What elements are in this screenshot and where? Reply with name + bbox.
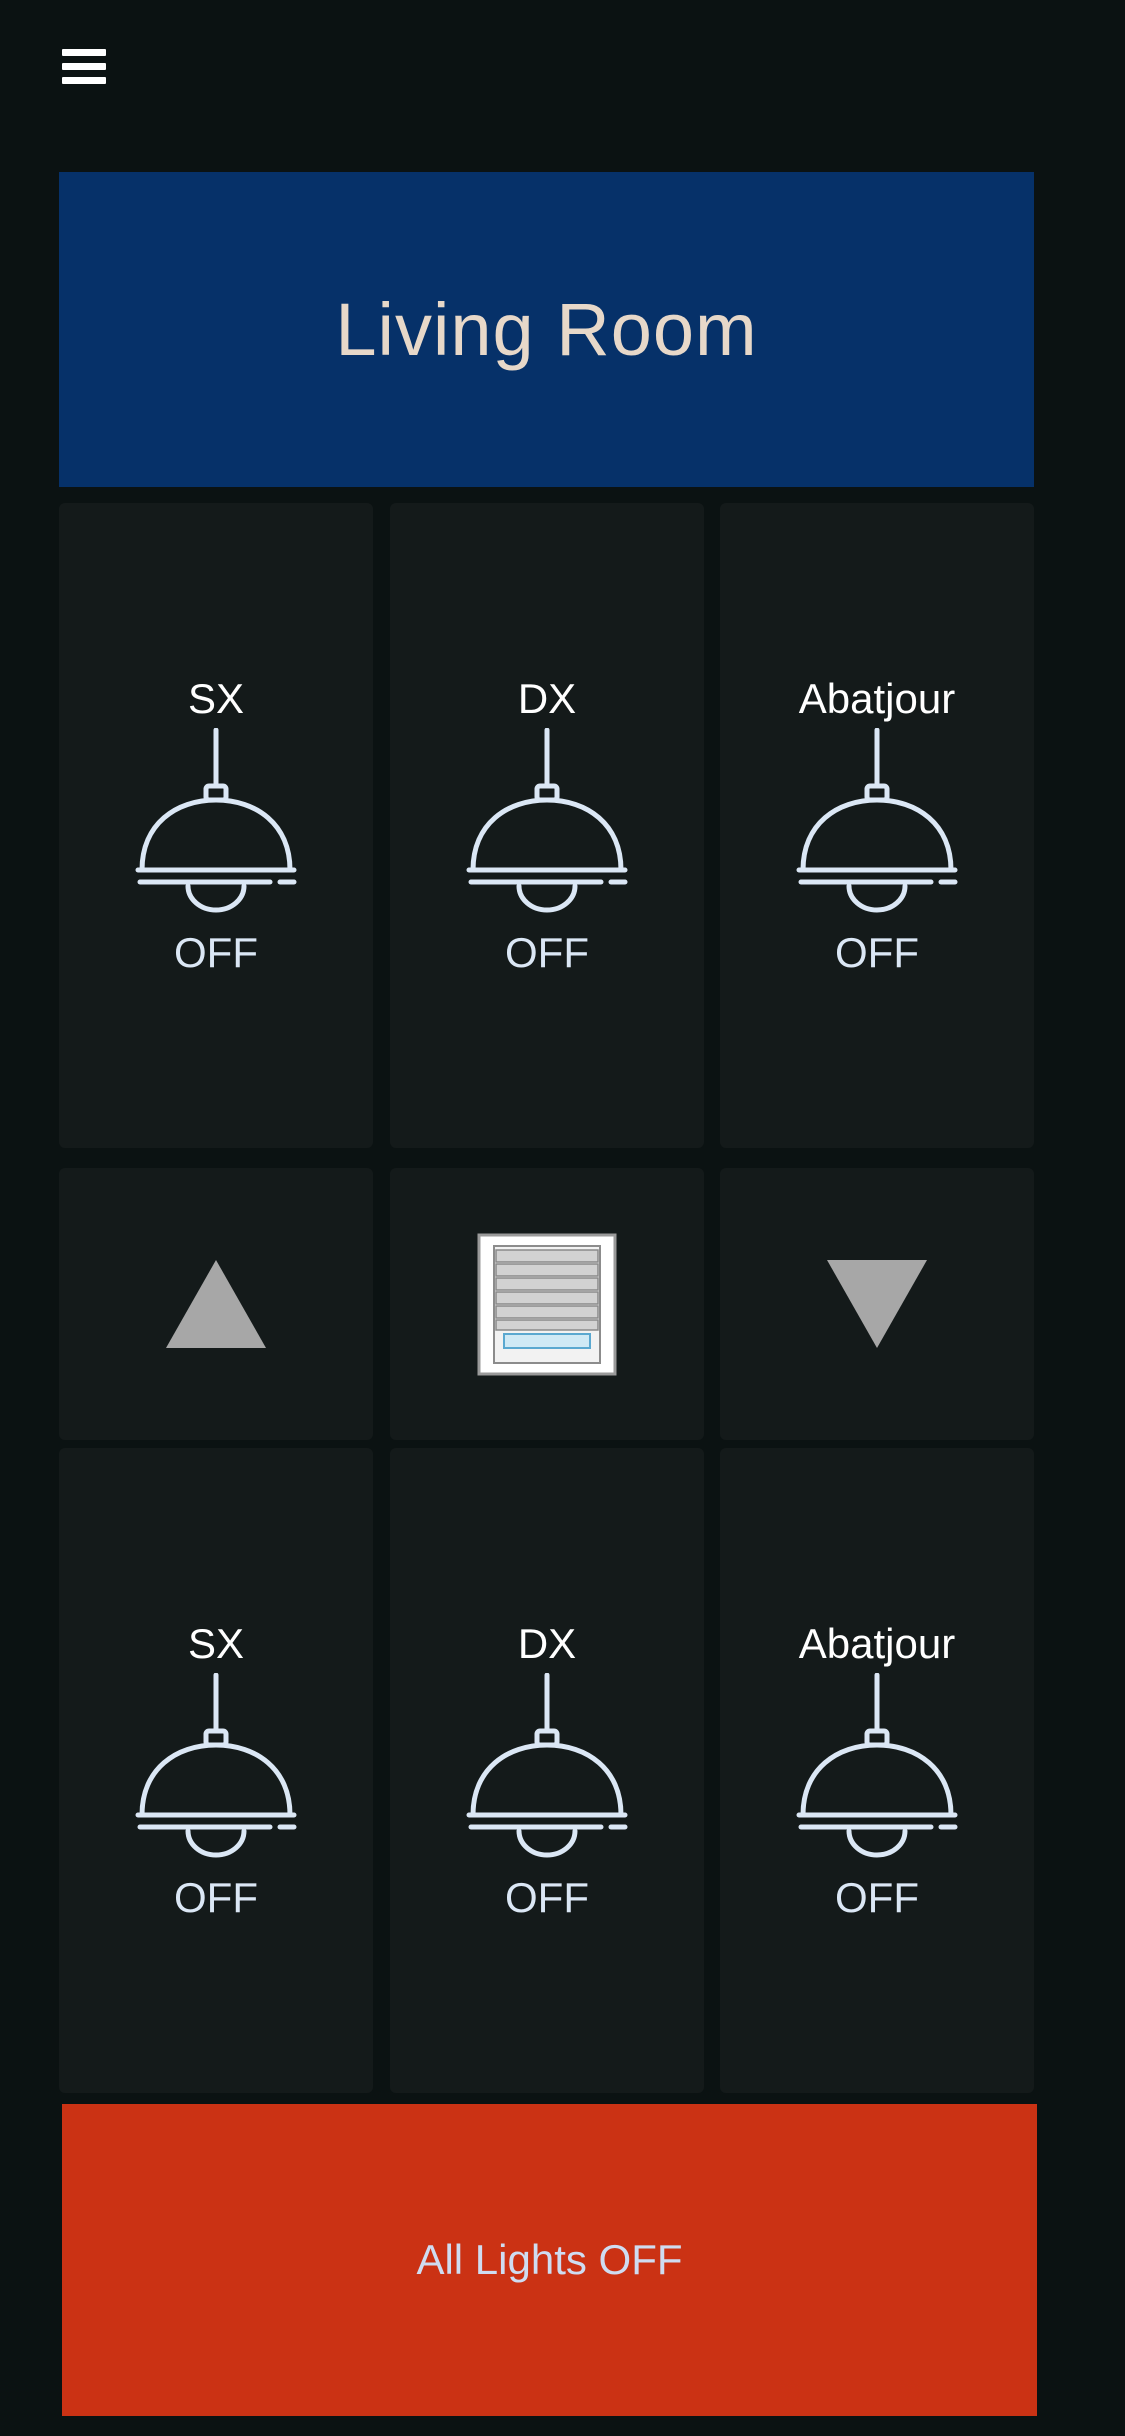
light-tile-dx[interactable]: DX OFF [390,1448,704,2093]
light-state: OFF [174,1873,258,1921]
light-name: DX [517,674,577,722]
triangle-down-icon [827,1260,927,1348]
blind-up-button[interactable] [59,1168,373,1440]
light-name: DX [517,1619,577,1667]
triangle-up-icon [166,1260,266,1348]
light-state: OFF [505,1873,589,1921]
light-tile-dx[interactable]: DX OFF [390,503,704,1148]
light-name: Abatjour [798,1619,956,1667]
pendant-lamp-icon [135,1672,297,1857]
all-lights-off-button[interactable]: All Lights OFF [62,2104,1037,2416]
menu-bar [62,76,106,84]
all-lights-off-label: All Lights OFF [416,2236,683,2283]
window-blind-icon [477,1233,617,1375]
light-name: Abatjour [798,674,956,722]
pendant-lamp-icon [135,727,297,912]
pendant-lamp-icon [466,1672,628,1857]
pendant-lamp-icon [796,727,958,912]
light-name: SX [187,674,245,722]
hamburger-menu-icon[interactable] [62,44,106,88]
blind-down-button[interactable] [720,1168,1034,1440]
light-tile-abatjour[interactable]: Abatjour OFF [720,503,1034,1148]
light-state: OFF [835,928,919,976]
light-state: OFF [174,928,258,976]
light-name: SX [187,1619,245,1667]
light-tile-sx[interactable]: SX OFF [59,503,373,1148]
pendant-lamp-icon [466,727,628,912]
menu-bar [62,48,106,56]
blind-status-tile[interactable] [390,1168,704,1440]
light-state: OFF [505,928,589,976]
menu-bar [62,62,106,70]
room-header: Living Room [59,172,1034,487]
light-tile-abatjour[interactable]: Abatjour OFF [720,1448,1034,2093]
light-tile-sx[interactable]: SX OFF [59,1448,373,2093]
page-title: Living Room [335,288,758,371]
light-state: OFF [835,1873,919,1921]
pendant-lamp-icon [796,1672,958,1857]
